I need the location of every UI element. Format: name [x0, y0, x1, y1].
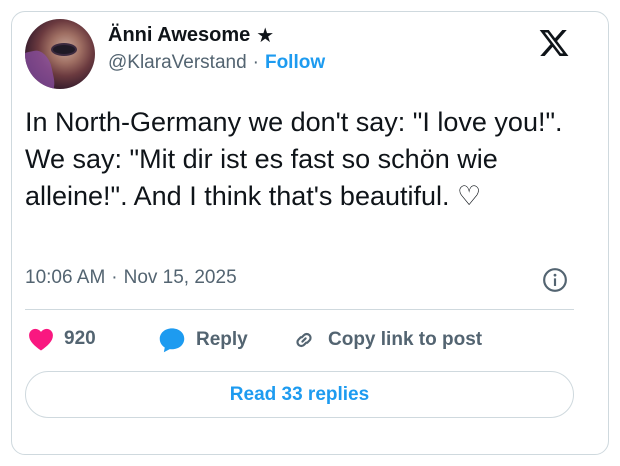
reply-label: Reply — [196, 329, 248, 350]
read-replies-button[interactable]: Read 33 replies — [25, 371, 574, 418]
author-name-row: Änni Awesome ★ — [108, 23, 274, 48]
tweet-text: In North-Germany we don't say: "I love y… — [25, 107, 563, 211]
tweet-date: Nov 15, 2025 — [123, 267, 237, 288]
heart-icon — [29, 328, 53, 351]
like-count: 920 — [64, 328, 96, 349]
speech-bubble-icon — [159, 328, 185, 353]
link-icon — [296, 332, 312, 348]
divider — [25, 309, 574, 310]
star-icon: ★ — [256, 25, 275, 47]
action-bar: 920 Reply Copy link to post — [28, 327, 588, 357]
copy-link-label: Copy link to post — [328, 329, 483, 350]
info-icon[interactable] — [542, 267, 568, 293]
like-button[interactable]: 920 — [28, 327, 96, 351]
avatar-eye — [53, 45, 75, 54]
handle-separator: · — [252, 52, 259, 73]
reply-button[interactable]: Reply — [158, 327, 248, 353]
tweet-timestamp[interactable]: 10:06 AM · Nov 15, 2025 — [25, 267, 237, 289]
author-handle[interactable]: @KlaraVerstand — [108, 52, 247, 74]
avatar[interactable] — [25, 19, 95, 89]
copy-link-button[interactable]: Copy link to post — [290, 327, 482, 353]
x-logo-icon[interactable] — [537, 27, 571, 59]
avatar-hair — [25, 48, 58, 89]
author-display-name[interactable]: Änni Awesome — [108, 24, 250, 47]
author-handle-row: @KlaraVerstand · Follow — [108, 52, 325, 74]
timestamp-separator: · — [111, 267, 118, 288]
tweet-time: 10:06 AM — [25, 267, 106, 288]
follow-button[interactable]: Follow — [265, 52, 325, 74]
